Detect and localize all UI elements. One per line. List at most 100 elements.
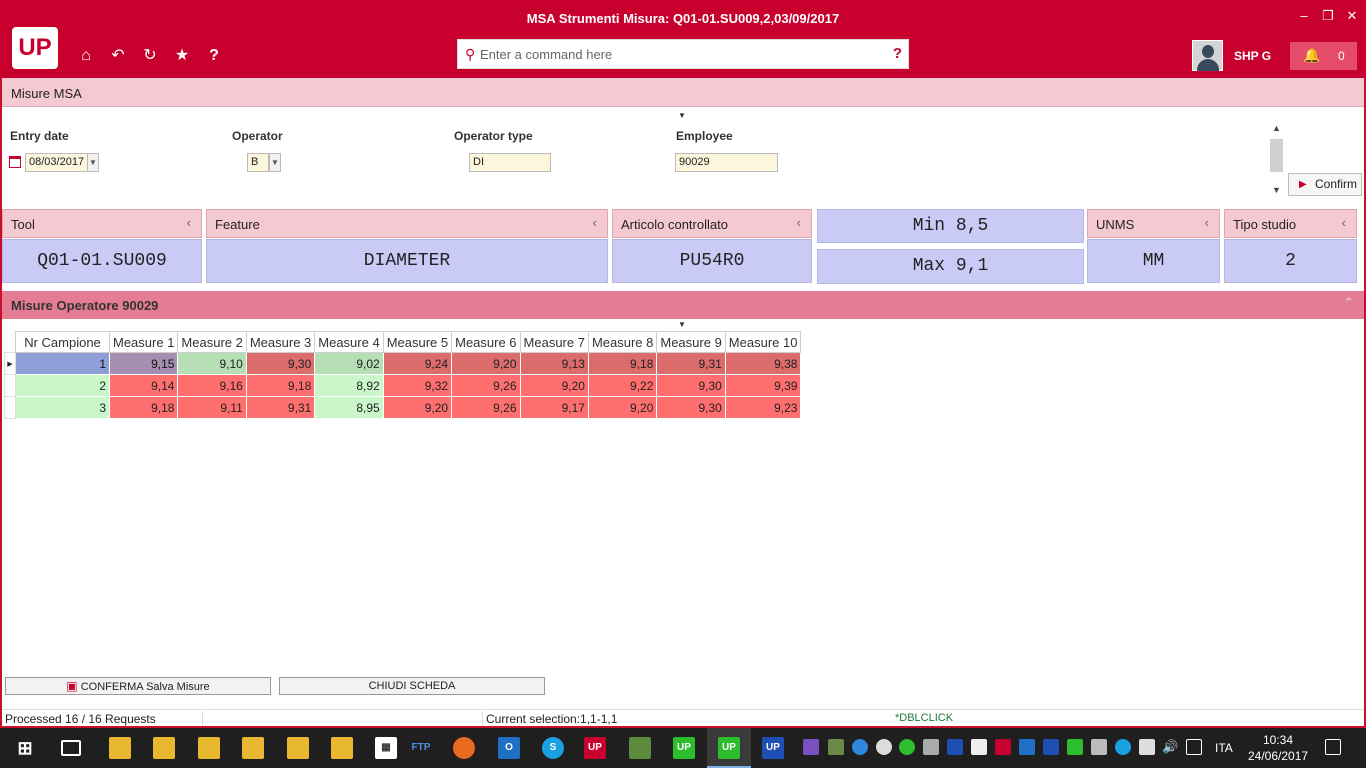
confirm-button[interactable]: ▶ Confirm xyxy=(1288,173,1362,196)
measures-section-header[interactable]: Misure Operatore 90029 ⌃ xyxy=(2,291,1364,319)
up-tray-icon[interactable] xyxy=(947,739,963,755)
favorite-star-icon[interactable]: ★ xyxy=(171,45,193,67)
up-app-icon[interactable]: UP xyxy=(584,737,606,759)
clock[interactable]: 10:34 24/06/2017 xyxy=(1248,732,1308,764)
chevron-down-icon[interactable]: ▼ xyxy=(269,153,281,172)
row-selector-icon[interactable]: ▶ xyxy=(4,352,16,375)
home-icon[interactable]: ⌂ xyxy=(75,45,97,67)
articolo-card-header[interactable]: Articolo controllato ‹ xyxy=(612,209,812,238)
action-center-icon[interactable] xyxy=(1325,739,1341,755)
row-selector[interactable] xyxy=(4,396,16,419)
measure-cell[interactable]: 9,14 xyxy=(108,374,179,397)
measure-cell[interactable]: 9,32 xyxy=(382,374,453,397)
battery-icon[interactable] xyxy=(1139,739,1155,755)
folder-icon[interactable] xyxy=(198,737,220,759)
table-row[interactable]: 3 9,18 9,11 9,31 8,95 9,20 9,26 9,17 9,2… xyxy=(4,396,802,419)
folder-icon[interactable] xyxy=(109,737,131,759)
user-name[interactable]: SHP G xyxy=(1234,49,1271,63)
folder-icon[interactable] xyxy=(242,737,264,759)
scroll-thumb[interactable] xyxy=(1270,139,1283,172)
tipo-card-header[interactable]: Tipo studio ‹ xyxy=(1224,209,1357,238)
folder-icon[interactable] xyxy=(153,737,175,759)
store-icon[interactable]: ▦ xyxy=(375,737,397,759)
shield-tray-icon[interactable] xyxy=(971,739,987,755)
monitor-tray-icon[interactable] xyxy=(1091,739,1107,755)
measure-cell[interactable]: 9,18 xyxy=(245,374,316,397)
measure-cell[interactable]: 9,30 xyxy=(656,396,726,419)
globe-tray-icon[interactable] xyxy=(876,739,892,755)
folder-icon[interactable] xyxy=(331,737,353,759)
operator-type-field[interactable]: DI xyxy=(469,153,551,172)
measure-cell[interactable]: 9,10 xyxy=(177,352,247,375)
measure-cell[interactable]: 9,17 xyxy=(519,396,589,419)
measure-cell[interactable]: 8,92 xyxy=(314,374,384,397)
measure-cell[interactable]: 9,26 xyxy=(451,396,521,419)
entry-date-field[interactable]: 08/03/2017 xyxy=(25,153,90,172)
measure-cell[interactable]: 9,13 xyxy=(519,352,589,375)
restore-icon[interactable]: ❐ xyxy=(1318,8,1338,24)
measure-cell[interactable]: 9,15 xyxy=(108,352,179,375)
employee-field[interactable]: 90029 xyxy=(675,153,778,172)
nr-campione-cell[interactable]: 2 xyxy=(15,374,110,397)
measure-cell[interactable]: 9,18 xyxy=(587,352,658,375)
close-icon[interactable]: ✕ xyxy=(1342,8,1362,24)
column-header[interactable]: Measure 4 xyxy=(314,331,384,353)
chevron-left-icon[interactable]: ‹ xyxy=(187,215,191,230)
measure-cell[interactable]: 9,02 xyxy=(314,352,384,375)
collapse-arrow-icon[interactable]: ▼ xyxy=(678,111,686,120)
app-tray-icon[interactable] xyxy=(1115,739,1131,755)
help-icon[interactable]: ? xyxy=(203,45,225,67)
measure-cell[interactable]: 9,20 xyxy=(451,352,521,375)
up-tray-icon[interactable] xyxy=(1043,739,1059,755)
column-header[interactable]: Measure 6 xyxy=(451,331,521,353)
measure-cell[interactable]: 9,20 xyxy=(519,374,589,397)
up-red-tray-icon[interactable] xyxy=(995,739,1011,755)
scroll-down-icon[interactable]: ▼ xyxy=(1269,185,1284,195)
minimize-icon[interactable]: – xyxy=(1294,8,1314,23)
measure-cell[interactable]: 9,11 xyxy=(177,396,247,419)
measure-cell[interactable]: 9,30 xyxy=(245,352,316,375)
measure-cell[interactable]: 9,31 xyxy=(245,396,316,419)
measure-cell[interactable]: 9,20 xyxy=(382,396,453,419)
column-header[interactable]: Nr Campione xyxy=(15,331,110,353)
notepad-tray-icon[interactable] xyxy=(828,739,844,755)
chevron-left-icon[interactable]: ‹ xyxy=(797,215,801,230)
outlook-tray-icon[interactable] xyxy=(1019,739,1035,755)
column-header[interactable]: Measure 8 xyxy=(587,331,658,353)
unms-card-header[interactable]: UNMS ‹ xyxy=(1087,209,1220,238)
column-header[interactable]: Measure 2 xyxy=(177,331,247,353)
task-view-icon[interactable] xyxy=(61,740,81,756)
scroll-up-icon[interactable]: ▲ xyxy=(1269,123,1284,133)
table-row[interactable]: 2 9,14 9,16 9,18 8,92 9,32 9,26 9,20 9,2… xyxy=(4,374,802,397)
chevron-down-icon[interactable]: ▼ xyxy=(87,153,99,172)
language-indicator[interactable]: ITA xyxy=(1215,741,1233,755)
save-measures-button[interactable]: ▣ CONFERMA Salva Misure xyxy=(5,677,271,695)
column-header[interactable]: Measure 1 xyxy=(108,331,179,353)
measure-cell[interactable]: 8,95 xyxy=(314,396,384,419)
firefox-icon[interactable] xyxy=(453,737,475,759)
chevron-up-icon[interactable]: ⌃ xyxy=(1343,295,1354,311)
chevron-left-icon[interactable]: ‹ xyxy=(1342,215,1346,230)
up-green-tray-icon[interactable] xyxy=(1067,739,1083,755)
network-tray-icon[interactable] xyxy=(923,739,939,755)
avatar[interactable] xyxy=(1192,40,1223,71)
undo-icon[interactable]: ↶ xyxy=(107,45,129,67)
collapse-arrow-icon[interactable]: ▼ xyxy=(678,320,686,329)
nr-campione-cell[interactable]: 1 xyxy=(15,352,110,375)
refresh-icon[interactable]: ↻ xyxy=(139,45,161,67)
notifications-button[interactable]: 🔔 0 xyxy=(1290,42,1357,70)
sync-tray-icon[interactable] xyxy=(899,739,915,755)
onenote-tray-icon[interactable] xyxy=(803,739,819,755)
form-scrollbar[interactable]: ▲ ▼ xyxy=(1269,123,1284,198)
folder-icon[interactable] xyxy=(287,737,309,759)
operator-field[interactable]: B xyxy=(247,153,269,172)
column-header[interactable]: Measure 7 xyxy=(519,331,589,353)
calendar-icon[interactable] xyxy=(9,156,21,168)
onedrive-tray-icon[interactable] xyxy=(852,739,868,755)
nr-campione-cell[interactable]: 3 xyxy=(15,396,110,419)
measure-cell[interactable]: 9,23 xyxy=(724,396,802,419)
command-input[interactable] xyxy=(480,40,880,68)
skype-icon[interactable]: S xyxy=(542,737,564,759)
up-green-app-icon[interactable]: UP xyxy=(718,737,740,759)
measure-cell[interactable]: 9,31 xyxy=(656,352,726,375)
